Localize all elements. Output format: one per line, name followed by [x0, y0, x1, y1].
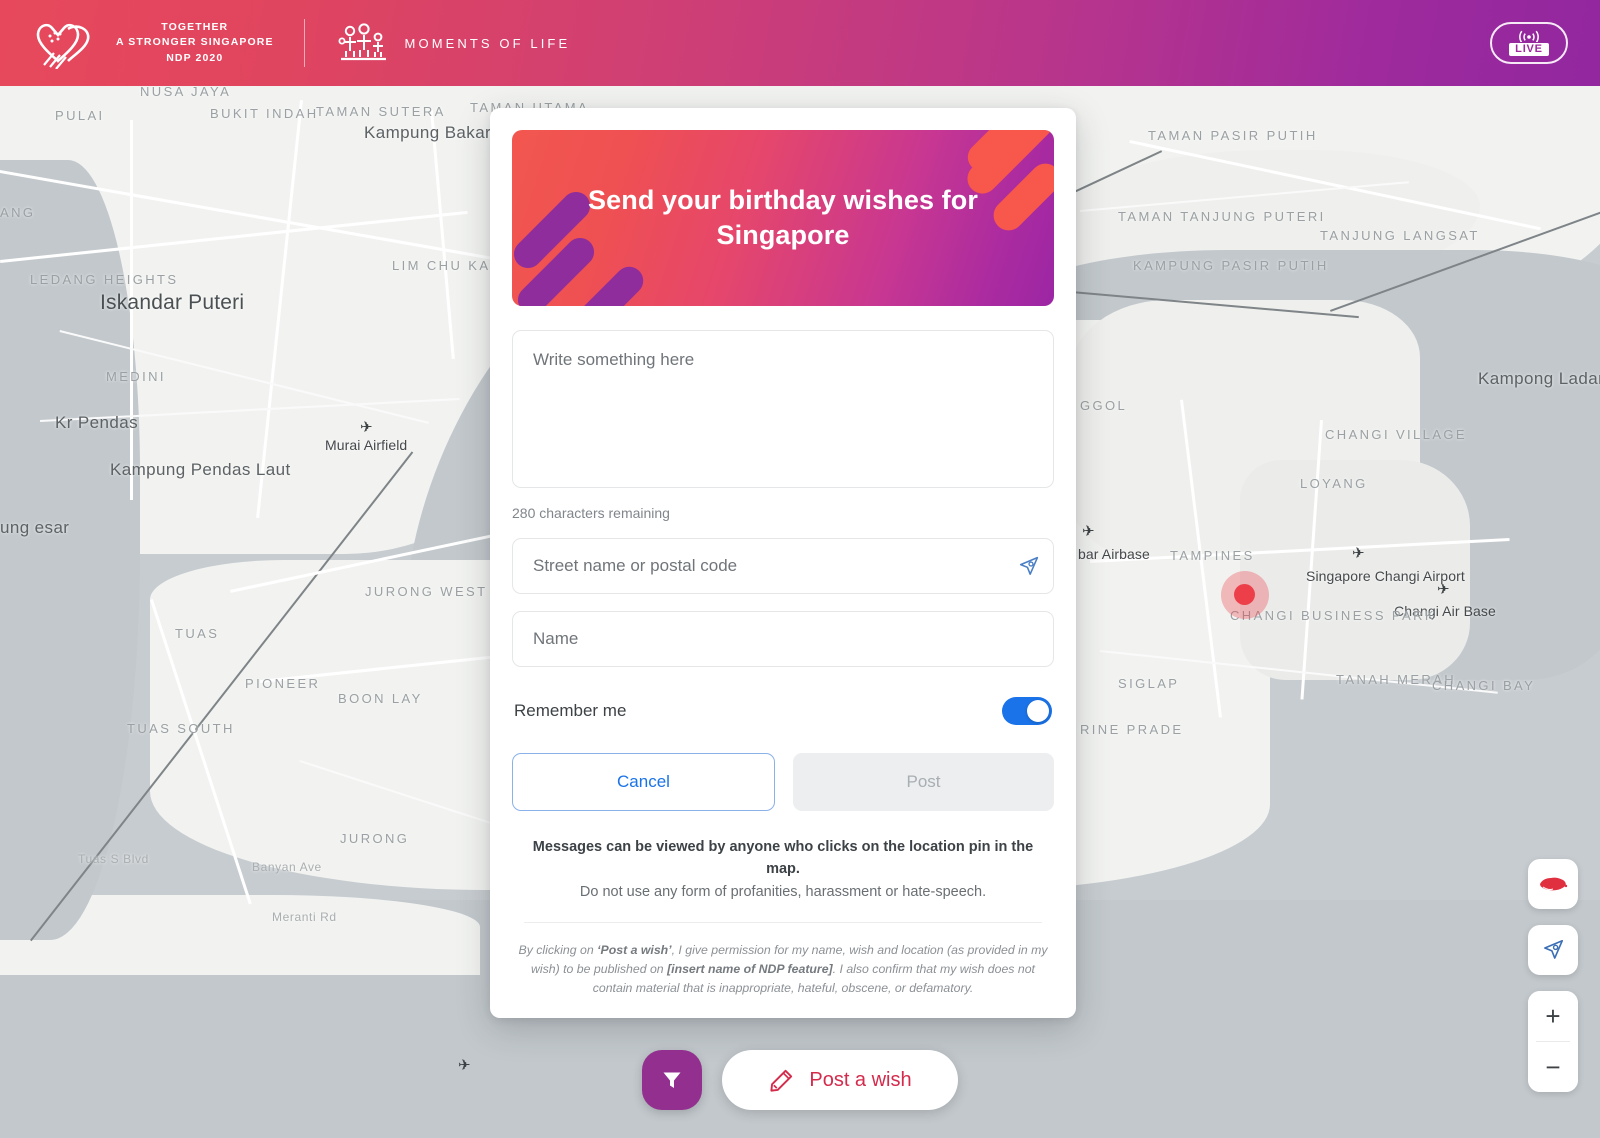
- map-label: ung esar: [0, 518, 70, 537]
- singapore-shape-icon: [1540, 877, 1568, 891]
- map-label: TUAS: [175, 626, 220, 641]
- map-label: bar Airbase: [1078, 546, 1150, 562]
- live-badge[interactable]: LIVE: [1490, 22, 1568, 64]
- map-label: RINE PRADE: [1080, 722, 1184, 737]
- location-input[interactable]: [513, 556, 1003, 576]
- map-label: TAMPINES: [1170, 548, 1255, 563]
- modal-banner: Send your birthday wishes for Singapore: [512, 130, 1054, 306]
- map-location-pin[interactable]: [1234, 584, 1255, 605]
- singapore-overview-button[interactable]: [1528, 859, 1578, 909]
- map-label: Meranti Rd: [272, 910, 337, 924]
- airport-icon: ✈: [1082, 523, 1095, 540]
- notice-block: Messages can be viewed by anyone who cli…: [512, 837, 1054, 924]
- app-root: ✈ ✈ ✈ ✈ ✈ PULAI NUSA JAYA BUKIT INDAH TAMAN…: [0, 0, 1600, 1138]
- map-label: Singapore Changi Airport: [1306, 568, 1465, 584]
- ndp-heart-icon: [36, 23, 90, 69]
- ndp-line-1: TOGETHER: [161, 21, 229, 34]
- zoom-control-group: + −: [1528, 991, 1578, 1092]
- map-label: TUAS SOUTH: [127, 721, 235, 736]
- map-label: TAMAN TANJUNG PUTERI: [1118, 209, 1326, 224]
- map-label: Iskandar Puteri: [100, 291, 245, 314]
- map-label: GGOL: [1080, 398, 1128, 413]
- family-group-icon: [338, 23, 386, 61]
- moments-of-life-label: MOMENTS OF LIFE: [404, 35, 571, 51]
- post-a-wish-button[interactable]: Post a wish: [722, 1050, 958, 1110]
- post-wish-modal: Send your birthday wishes for Singapore …: [490, 108, 1076, 1019]
- name-input-row[interactable]: [512, 611, 1054, 667]
- map-label: Murai Airfield: [325, 437, 408, 453]
- map-label: PULAI: [55, 108, 105, 123]
- map-label: KAMPUNG PASIR PUTIH: [1133, 258, 1329, 273]
- use-my-location-button[interactable]: [1003, 539, 1053, 593]
- character-count-label: 280 characters remaining: [512, 505, 670, 521]
- ndp-logo-text: TOGETHER A STRONGER SINGAPORE NDP 2020: [116, 20, 274, 66]
- toggle-knob: [1027, 700, 1049, 722]
- header-divider: [303, 19, 305, 67]
- zoom-out-button[interactable]: −: [1528, 1042, 1578, 1092]
- map-label: Tuas S Blvd: [78, 852, 149, 866]
- legal-bold-1: ‘Post a wish’: [597, 943, 672, 958]
- notice-secondary-text: Do not use any form of profanities, hara…: [579, 883, 987, 900]
- wish-message-input[interactable]: [512, 330, 1054, 488]
- filter-button[interactable]: [642, 1050, 703, 1110]
- map-label: Kampong Ladang: [1478, 369, 1600, 388]
- ndp-line-2: A STRONGER SINGAPORE: [116, 36, 274, 49]
- map-label: TAMAN SUTERA: [316, 104, 446, 119]
- ndp-logo[interactable]: TOGETHER A STRONGER SINGAPORE NDP 2020: [0, 17, 274, 69]
- map-label: TANJUNG LANGSAT: [1320, 228, 1480, 243]
- funnel-icon: [663, 1072, 681, 1088]
- map-label: Banyan Ave: [252, 860, 322, 874]
- map-label: CHANGI BAY: [1432, 678, 1536, 693]
- map-label: MEDINI: [106, 369, 166, 384]
- live-label: LIVE: [1509, 42, 1549, 57]
- map-label: LEDANG HEIGHTS: [30, 272, 179, 287]
- modal-title: Send your birthday wishes for Singapore: [588, 185, 978, 250]
- map-label: Kr Pendas: [55, 413, 138, 432]
- notice-divider: [524, 922, 1042, 924]
- bottom-action-bar: Post a wish: [0, 1050, 1600, 1110]
- name-input[interactable]: [513, 629, 1053, 649]
- airport-icon: ✈: [1352, 545, 1365, 562]
- locate-arrow-icon: [1019, 556, 1038, 575]
- map-label: CHANGI VILLAGE: [1325, 427, 1467, 442]
- ndp-line-3: NDP 2020: [166, 51, 224, 64]
- cancel-button[interactable]: Cancel: [512, 753, 775, 811]
- pencil-icon: [770, 1069, 793, 1092]
- legal-part-1: By clicking on: [518, 943, 598, 958]
- top-header-bar: TOGETHER A STRONGER SINGAPORE NDP 2020 M…: [0, 0, 1600, 86]
- map-label: SIGLAP: [1118, 676, 1180, 691]
- airport-icon: ✈: [360, 419, 373, 436]
- post-button[interactable]: Post: [793, 753, 1054, 811]
- map-label: BUKIT INDAH: [210, 106, 319, 121]
- map-label: Kampung Pendas Laut: [110, 460, 291, 479]
- modal-action-row: Cancel Post: [512, 753, 1054, 811]
- map-label: PIONEER: [245, 676, 321, 691]
- post-a-wish-label: Post a wish: [809, 1068, 912, 1091]
- broadcast-icon: [1519, 30, 1539, 42]
- moments-of-life-logo[interactable]: MOMENTS OF LIFE: [337, 23, 571, 63]
- map-label: JURONG WEST: [365, 584, 488, 599]
- map-label: LOYANG: [1300, 476, 1368, 491]
- map-controls: + −: [1528, 859, 1578, 1092]
- map-label: NUSA JAYA: [140, 84, 232, 99]
- legal-bold-2: [insert name of NDP feature]: [667, 962, 833, 977]
- notice-primary-text: Messages can be viewed by anyone who cli…: [532, 839, 1034, 877]
- locate-me-button[interactable]: [1528, 925, 1578, 975]
- remember-me-row: Remember me: [512, 697, 1054, 725]
- location-input-row[interactable]: [512, 538, 1054, 594]
- map-label: BOON LAY: [338, 691, 423, 706]
- zoom-in-button[interactable]: +: [1528, 991, 1578, 1041]
- map-label: TAMAN PASIR PUTIH: [1148, 128, 1318, 143]
- map-label: ANG: [0, 205, 36, 220]
- remember-me-toggle[interactable]: [1002, 697, 1052, 725]
- legal-disclaimer: By clicking on ‘Post a wish’, I give per…: [512, 941, 1054, 998]
- map-label: JURONG: [340, 831, 410, 846]
- locate-icon: [1544, 939, 1564, 959]
- remember-me-label: Remember me: [514, 701, 627, 720]
